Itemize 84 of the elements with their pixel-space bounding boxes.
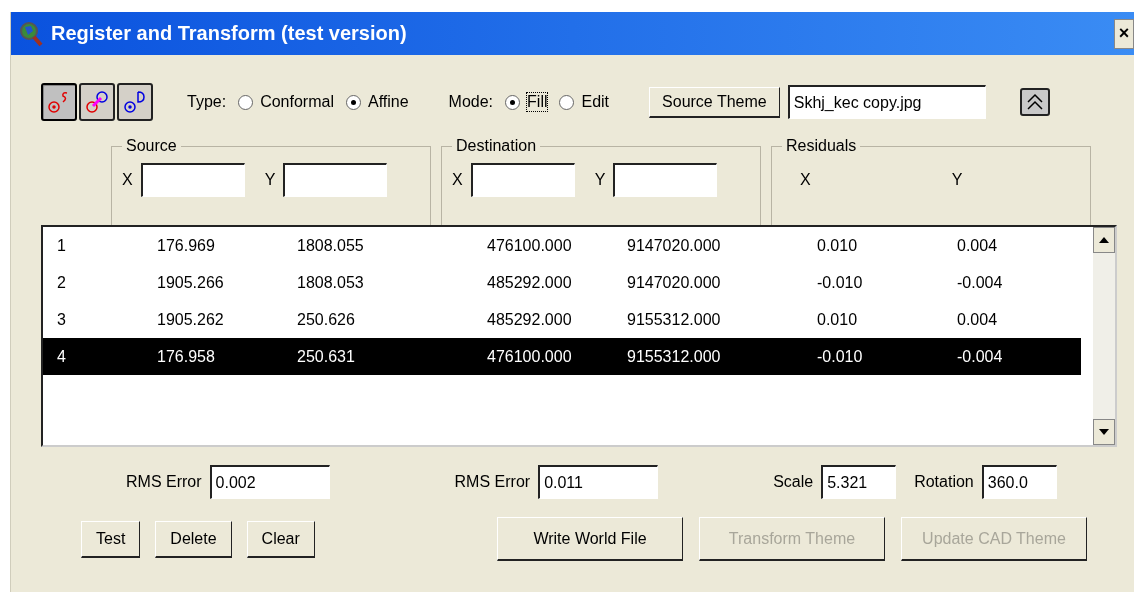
coordinate-field[interactable] <box>613 163 718 197</box>
scale-field[interactable]: 5.321 <box>821 465 897 499</box>
action-button[interactable]: Write World File <box>497 517 683 561</box>
destination-point-icon <box>123 90 147 114</box>
column-header: Y <box>951 170 963 190</box>
radio-icon[interactable] <box>505 94 521 110</box>
field-label: Rotation <box>914 473 974 491</box>
scrollbar[interactable] <box>1093 227 1115 445</box>
table-cell-text: 1808.053 <box>297 273 365 292</box>
coordinate-label: X <box>452 171 463 189</box>
radio-icon[interactable] <box>238 94 254 110</box>
up-triangle-icon <box>1099 237 1109 243</box>
tool-button[interactable] <box>79 83 115 121</box>
table-cell-text: 9147020.000 <box>627 236 722 255</box>
table-cell-text: 476100.000 <box>487 236 573 255</box>
table-cell-text: 250.626 <box>297 310 356 329</box>
point-row[interactable]: 1 176.969 1808.055 476100.000 9147020.000 0.010 0.004 <box>43 227 1081 264</box>
link-points-icon <box>85 90 109 114</box>
table-cell-text: 250.631 <box>297 347 356 366</box>
coordinate-label: Y <box>594 171 606 189</box>
rms-error-field[interactable]: 0.002 <box>209 465 330 499</box>
coordinate-field[interactable] <box>140 163 245 197</box>
table-cell-text: 4 <box>57 347 67 366</box>
table-cell-text: 0.004 <box>957 236 999 255</box>
coordinate-field[interactable] <box>470 163 575 197</box>
table-cell-text: 176.958 <box>157 347 216 366</box>
source-theme-button[interactable]: Source Theme <box>649 86 780 118</box>
table-cell-text: 9147020.000 <box>627 273 722 292</box>
scroll-up-button[interactable] <box>1093 227 1115 253</box>
source-theme-field[interactable]: Skhj_kec copy.jpg <box>787 85 986 119</box>
radio-group-label: Mode: <box>448 93 494 111</box>
table-cell-text: 1905.266 <box>157 273 225 292</box>
double-chevron-up-icon <box>1025 92 1044 112</box>
table-cell-text: 9155312.000 <box>627 347 722 366</box>
point-row[interactable]: 2 1905.266 1808.053 485292.000 9147020.000 -0.010 -0.004 <box>43 264 1081 301</box>
rotation-field[interactable]: 360.0 <box>981 465 1057 499</box>
table-cell-text: 0.004 <box>957 310 999 329</box>
coordinate-label: Y <box>264 171 276 189</box>
action-button[interactable]: Test <box>81 520 141 558</box>
magnifier-globe-icon <box>19 20 43 47</box>
table-cell-text: -0.004 <box>957 273 1004 292</box>
scroll-down-button[interactable] <box>1093 419 1115 445</box>
rms-error-field[interactable]: 0.011 <box>538 465 659 499</box>
radio-option[interactable]: Edit <box>559 93 610 111</box>
collapse-button[interactable] <box>1019 88 1050 116</box>
group-title: Destination <box>455 137 538 155</box>
group-title: Residuals <box>785 137 858 155</box>
table-cell-text: -0.004 <box>957 347 1004 366</box>
tool-button[interactable] <box>117 83 153 121</box>
group-title: Source <box>125 137 178 155</box>
table-cell-text: 1905.262 <box>157 310 225 329</box>
radio-option[interactable]: Affine <box>345 93 409 111</box>
table-cell-text: -0.010 <box>817 347 864 366</box>
table-cell-text: -0.010 <box>817 273 864 292</box>
table-cell-text: 0.010 <box>817 310 859 329</box>
table-cell-text: 1 <box>57 236 67 255</box>
action-button[interactable]: Clear <box>246 520 315 558</box>
radio-group-label: Type: <box>187 93 227 111</box>
radio-icon[interactable] <box>345 94 361 110</box>
window-title: Register and Transform (test version) <box>51 22 408 45</box>
radio-icon[interactable] <box>559 94 575 110</box>
field-label: RMS Error <box>454 473 531 491</box>
table-cell-text: 3 <box>57 310 67 329</box>
table-cell-text: 485292.000 <box>487 273 573 292</box>
coordinate-field[interactable] <box>283 163 388 197</box>
point-row[interactable]: 3 1905.262 250.626 485292.000 9155312.000 0.010 0.004 <box>43 301 1081 338</box>
table-cell-text: 9155312.000 <box>627 310 722 329</box>
table-cell-text: 2 <box>57 273 67 292</box>
field-label: RMS Error <box>126 473 202 491</box>
column-header: X <box>800 170 811 190</box>
tool-button[interactable] <box>41 83 77 121</box>
point-row[interactable]: 4 176.958 250.631 476100.000 9155312.000 -0.010 -0.004 <box>43 338 1081 375</box>
radio-option[interactable]: Conformal <box>238 93 334 111</box>
field-label: Scale <box>773 473 814 491</box>
table-cell-text: 1808.055 <box>297 236 365 255</box>
table-cell-text: 0.010 <box>817 236 859 255</box>
table-cell-text: 476100.000 <box>487 347 573 366</box>
table-cell-text: 485292.000 <box>487 310 573 329</box>
down-triangle-icon <box>1099 429 1109 435</box>
radio-option[interactable]: Fill <box>505 93 548 111</box>
close-button[interactable]: × <box>1114 18 1134 49</box>
action-button[interactable]: Delete <box>155 520 232 558</box>
table-cell-text: 176.969 <box>157 236 216 255</box>
coordinate-label: X <box>122 171 133 189</box>
